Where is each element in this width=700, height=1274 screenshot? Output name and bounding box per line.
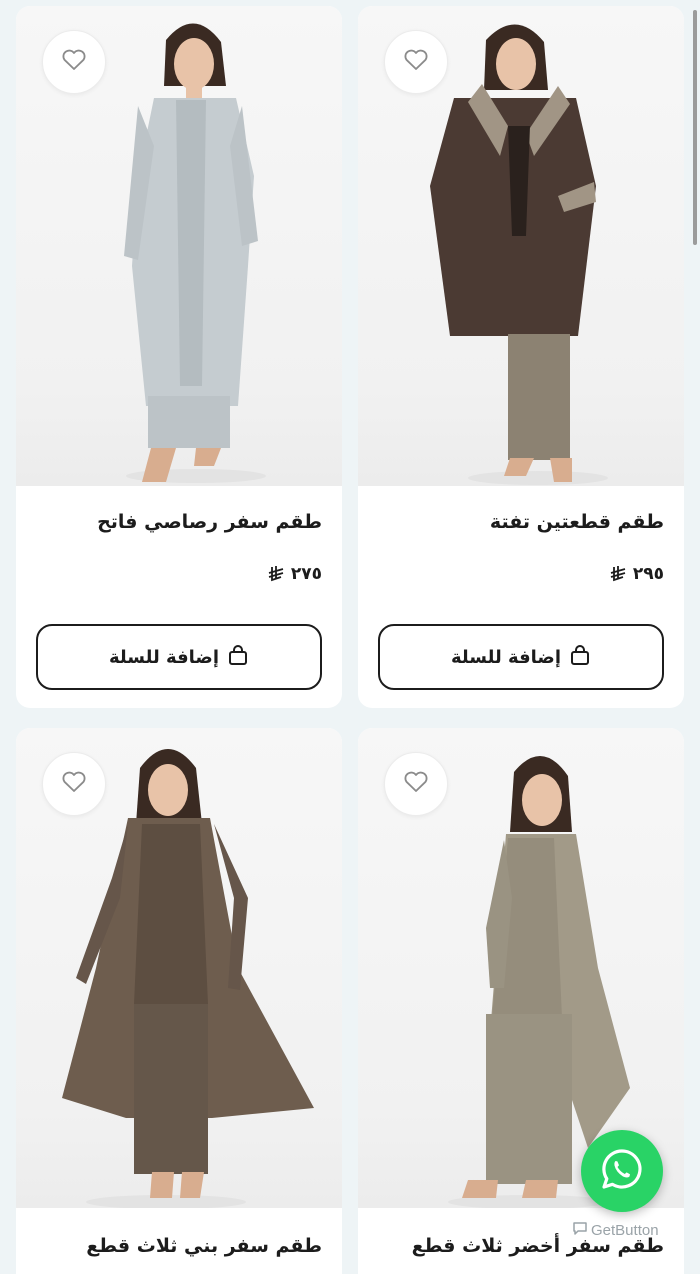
product-grid-page: طقم سفر رصاصي فاتح ٢٧٥ إضافة للسلة طقم ق… bbox=[0, 0, 700, 1274]
product-card[interactable]: طقم سفر بني ثلاث قطع bbox=[16, 728, 342, 1274]
favorite-button[interactable] bbox=[384, 752, 448, 816]
product-price: ٢٧٥ bbox=[267, 564, 322, 584]
getbutton-badge[interactable]: GetButton bbox=[572, 1221, 659, 1239]
product-title[interactable]: طقم سفر بني ثلاث قطع bbox=[32, 1235, 322, 1257]
whatsapp-icon bbox=[599, 1146, 645, 1196]
product-price: ٢٩٥ bbox=[609, 564, 664, 584]
heart-icon bbox=[61, 770, 87, 798]
add-to-cart-button[interactable]: إضافة للسلة bbox=[36, 624, 322, 690]
add-to-cart-label: إضافة للسلة bbox=[451, 646, 561, 668]
whatsapp-chat-button[interactable] bbox=[581, 1130, 663, 1212]
favorite-button[interactable] bbox=[42, 30, 106, 94]
shopping-bag-icon bbox=[569, 644, 591, 671]
favorite-button[interactable] bbox=[384, 30, 448, 94]
shopping-bag-icon bbox=[227, 644, 249, 671]
heart-icon bbox=[403, 770, 429, 798]
scrollbar[interactable] bbox=[693, 10, 697, 245]
add-to-cart-button[interactable]: إضافة للسلة bbox=[378, 624, 664, 690]
product-title[interactable]: طقم سفر رصاصي فاتح bbox=[32, 511, 322, 533]
heart-icon bbox=[403, 48, 429, 76]
favorite-button[interactable] bbox=[42, 752, 106, 816]
product-card[interactable]: طقم قطعتين تفتة ٢٩٥ إضافة للسلة bbox=[358, 6, 684, 708]
heart-icon bbox=[61, 48, 87, 76]
product-title[interactable]: طقم قطعتين تفتة bbox=[374, 511, 664, 533]
riyal-symbol-icon bbox=[609, 565, 627, 583]
price-value: ٢٩٥ bbox=[632, 564, 664, 584]
product-card[interactable]: طقم سفر رصاصي فاتح ٢٧٥ إضافة للسلة bbox=[16, 6, 342, 708]
price-value: ٢٧٥ bbox=[290, 564, 322, 584]
riyal-symbol-icon bbox=[267, 565, 285, 583]
getbutton-label: GetButton bbox=[591, 1221, 659, 1239]
add-to-cart-label: إضافة للسلة bbox=[109, 646, 219, 668]
chat-bubble-icon bbox=[572, 1221, 588, 1239]
